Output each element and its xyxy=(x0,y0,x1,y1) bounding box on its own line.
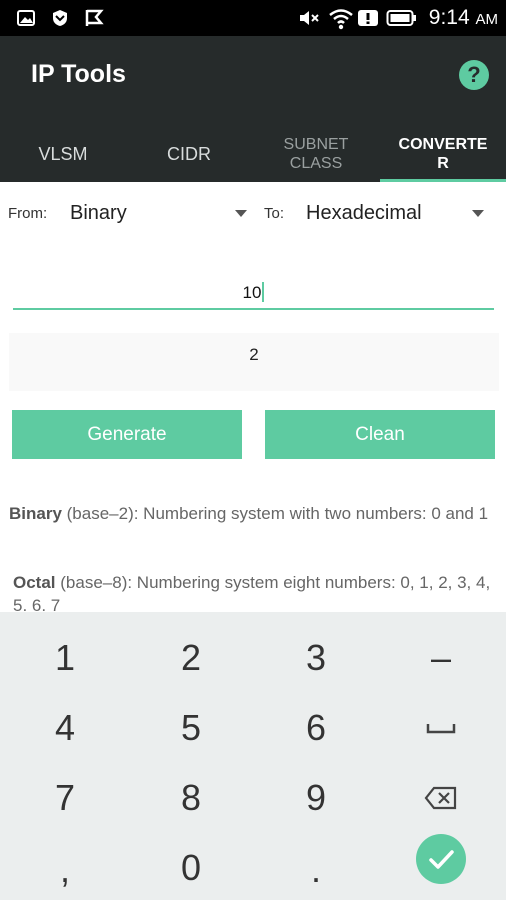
key-8[interactable]: 8 xyxy=(128,762,254,834)
binary-term: Binary xyxy=(9,504,62,523)
tab-vlsm-label: VLSM xyxy=(38,143,88,164)
octal-text: (base–8): Numbering system eight numbers… xyxy=(13,573,491,611)
tab-subnet-class-line1: SUBNET xyxy=(283,136,349,153)
result-field: 2 xyxy=(9,333,499,391)
checkmark-flag-icon xyxy=(85,9,104,26)
shield-icon xyxy=(53,10,67,26)
tab-converter-line2: R xyxy=(437,155,449,172)
tab-converter[interactable]: CONVERTE R xyxy=(380,128,506,180)
check-icon xyxy=(429,850,454,869)
clean-button[interactable]: Clean xyxy=(265,410,495,459)
clock-ampm: AM xyxy=(475,11,499,28)
wifi-icon xyxy=(329,9,353,30)
key-backspace[interactable] xyxy=(378,762,504,834)
to-label: To: xyxy=(264,205,285,222)
generate-button[interactable]: Generate xyxy=(12,410,242,459)
app-title: IP Tools xyxy=(31,60,126,88)
help-button[interactable]: ? xyxy=(459,60,489,90)
key-1[interactable]: 1 xyxy=(2,622,128,694)
to-dropdown-icon[interactable] xyxy=(472,210,484,217)
tab-cidr[interactable]: CIDR xyxy=(126,128,252,180)
result-value: 2 xyxy=(249,345,259,364)
key-period[interactable]: . xyxy=(253,834,379,906)
space-icon xyxy=(426,724,456,734)
alert-icon xyxy=(358,10,378,26)
tab-indicator xyxy=(380,179,506,182)
key-0[interactable]: 0 xyxy=(128,832,254,904)
done-button[interactable] xyxy=(416,834,466,884)
to-select-value[interactable]: Hexadecimal xyxy=(306,202,422,225)
app-bar: IP Tools ? VLSM CIDR SUBNET CLASS CONVER… xyxy=(0,36,506,182)
clock: 9:14 AM xyxy=(429,6,498,30)
binary-description: Binary (base–2): Numbering system with t… xyxy=(9,502,499,525)
key-minus[interactable]: – xyxy=(378,622,504,694)
key-6[interactable]: 6 xyxy=(253,692,379,764)
tab-subnet-class-label: SUBNET CLASS xyxy=(284,135,349,173)
octal-description: Octal (base–8): Numbering system eight n… xyxy=(13,571,503,611)
octal-term: Octal xyxy=(13,573,56,592)
status-bar: 9:14 AM xyxy=(0,0,506,36)
text-cursor xyxy=(262,282,265,302)
key-2[interactable]: 2 xyxy=(128,622,254,694)
tab-converter-line1: CONVERTE xyxy=(398,136,488,153)
clock-time: 9:14 xyxy=(428,6,470,29)
from-dropdown-icon[interactable] xyxy=(235,210,247,217)
tab-subnet-class[interactable]: SUBNET CLASS xyxy=(253,128,379,180)
key-5[interactable]: 5 xyxy=(128,692,254,764)
key-7[interactable]: 7 xyxy=(2,762,128,834)
battery-icon xyxy=(386,10,416,26)
key-4[interactable]: 4 xyxy=(2,692,128,764)
tab-cidr-label: CIDR xyxy=(167,143,211,164)
from-label: From: xyxy=(8,205,48,222)
tab-vlsm[interactable]: VLSM xyxy=(0,128,126,180)
mute-icon xyxy=(300,11,319,25)
key-comma[interactable]: , xyxy=(2,834,128,906)
tab-converter-label: CONVERTE R xyxy=(399,135,488,173)
number-input-underline xyxy=(13,308,494,310)
from-select-value[interactable]: Binary xyxy=(70,202,127,225)
number-input[interactable]: 10 xyxy=(13,282,494,303)
key-3[interactable]: 3 xyxy=(253,622,379,694)
key-9[interactable]: 9 xyxy=(253,762,379,834)
gallery-icon xyxy=(17,10,35,26)
backspace-icon xyxy=(424,786,457,810)
number-input-value: 10 xyxy=(242,283,262,302)
binary-text: (base–2): Numbering system with two numb… xyxy=(61,504,489,523)
key-space[interactable] xyxy=(378,692,504,764)
tab-subnet-class-line2: CLASS xyxy=(289,155,343,172)
